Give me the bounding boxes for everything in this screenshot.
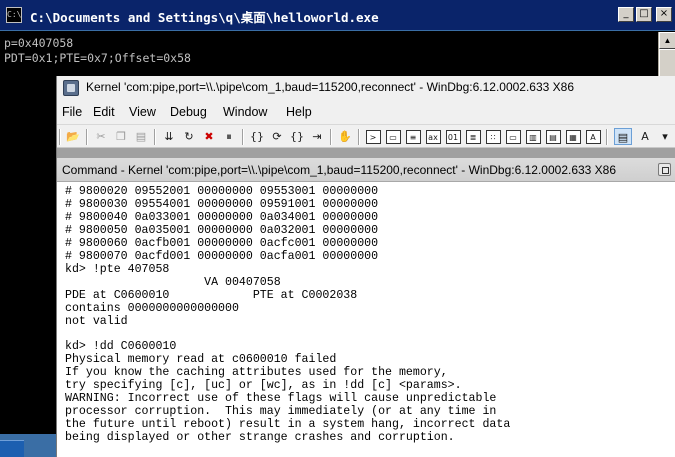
output-line: # 9800070 0acfd001 00000000 0acfa001 000… [65,249,379,263]
menu-file[interactable]: File [62,105,82,119]
console-app-icon: C:\ [6,7,22,23]
toolbar-grip [59,129,61,145]
windbg-titlebar[interactable]: Kernel 'com:pipe,port=\\.\pipe\com_1,bau… [57,76,675,100]
toolbar-separator [358,129,360,145]
step-over-icon[interactable]: ⟳ [268,128,286,145]
restart-icon[interactable]: ↻ [180,128,198,145]
toolbar-separator [154,129,156,145]
scratch-pad-icon[interactable]: ▭ [504,128,522,145]
step-out-icon[interactable]: {} [288,128,306,145]
font-icon[interactable]: A [584,128,602,145]
copy-icon[interactable]: ❐ [112,128,130,145]
options-dropdown-icon[interactable]: ▾ [656,128,674,145]
font-size-icon[interactable]: A [636,128,654,145]
menu-edit[interactable]: Edit [93,105,115,119]
mdi-background [57,148,675,158]
source-mode-icon[interactable]: ▤ [544,128,562,145]
output-line: # 9800060 0acfb001 00000000 0acfc001 000… [65,236,379,250]
watch-window-icon[interactable]: ▭ [384,128,402,145]
menu-bar: File Edit View Debug Window Help [57,102,675,123]
processes-threads-icon[interactable]: ▥ [524,128,542,145]
console-line: p=0x407058 [4,36,74,50]
cut-icon[interactable]: ✂ [92,128,110,145]
windbg-window: Kernel 'com:pipe,port=\\.\pipe\com_1,bau… [56,76,675,457]
paste-icon[interactable]: ▤ [132,128,150,145]
registers-window-icon[interactable]: ax [424,128,442,145]
output-line: # 9800040 0a033001 00000000 0a034001 000… [65,210,379,224]
console-title: C:\Documents and Settings\q\桌面\helloworl… [30,10,379,25]
console-maximize-button[interactable]: □ [636,7,652,22]
stop-debugging-icon[interactable]: ✖ [200,128,218,145]
output-line: VA 00407058 [65,275,281,289]
output-line: not valid [65,314,128,328]
call-stack-icon[interactable]: ≣ [464,128,482,145]
open-icon[interactable]: 📂 [64,128,82,145]
breakpoint-icon[interactable]: ✋ [336,128,354,145]
output-line: # 9800050 0a035001 00000000 0a032001 000… [65,223,379,237]
output-line: being displayed or other strange crashes… [65,431,455,445]
command-window-titlebar[interactable]: Command - Kernel 'com:pipe,port=\\.\pipe… [57,158,675,182]
output-line: # 9800020 09552001 00000000 09553001 000… [65,185,379,198]
console-titlebar[interactable]: C:\ C:\Documents and Settings\q\桌面\hello… [0,0,675,31]
output-line: PDE at C0600010 PTE at C0002038 [65,288,358,302]
disassembly-icon[interactable]: ∷ [484,128,502,145]
toolbar-separator [86,129,88,145]
menu-window[interactable]: Window [223,105,267,119]
menu-help[interactable]: Help [286,105,312,119]
output-line: kd> !pte 407058 [65,262,170,276]
command-window-title: Command - Kernel 'com:pipe,port=\\.\pipe… [62,163,617,177]
toolbar: 📂 ✂ ❐ ▤ ⇊ ↻ ✖ ⏸ {} ⟳ {} ⇥ ✋ > ▭ ≡ ax 01 … [57,124,675,148]
windbg-app-icon [63,80,79,96]
console-output: p=0x407058 PDT=0x1;PTE=0x7;Offset=0x58 [4,36,191,66]
console-edge [0,80,56,457]
options-icon[interactable]: ▦ [564,128,582,145]
console-minimize-button[interactable]: _ [618,7,634,22]
toolbar-separator [330,129,332,145]
menu-view[interactable]: View [129,105,156,119]
windbg-title: Kernel 'com:pipe,port=\\.\pipe\com_1,bau… [86,80,575,94]
command-output[interactable]: # 9800020 09552001 00000000 09553001 000… [65,185,510,445]
go-icon[interactable]: ⇊ [160,128,178,145]
memory-window-icon[interactable]: 01 [444,128,462,145]
menu-debug[interactable]: Debug [170,105,207,119]
scroll-up-arrow-icon[interactable]: ▲ [659,32,675,49]
command-window-icon[interactable]: > [364,128,382,145]
output-line: # 9800030 09554001 00000000 09591001 000… [65,197,379,211]
toolbar-separator [606,129,608,145]
toolbar-separator [242,129,244,145]
output-line: contains 0000000000000000 [65,301,239,315]
source-mode-toggle-icon[interactable]: ▤ [614,128,632,145]
run-to-cursor-icon[interactable]: ⇥ [308,128,326,145]
console-close-button[interactable]: × [656,7,672,22]
locals-window-icon[interactable]: ≡ [404,128,422,145]
taskbar-fragment [0,440,24,457]
command-window: Command - Kernel 'com:pipe,port=\\.\pipe… [57,158,675,457]
command-window-dock-button[interactable] [658,163,671,176]
step-into-icon[interactable]: {} [248,128,266,145]
break-icon[interactable]: ⏸ [220,128,238,145]
console-line: PDT=0x1;PTE=0x7;Offset=0x58 [4,51,191,65]
